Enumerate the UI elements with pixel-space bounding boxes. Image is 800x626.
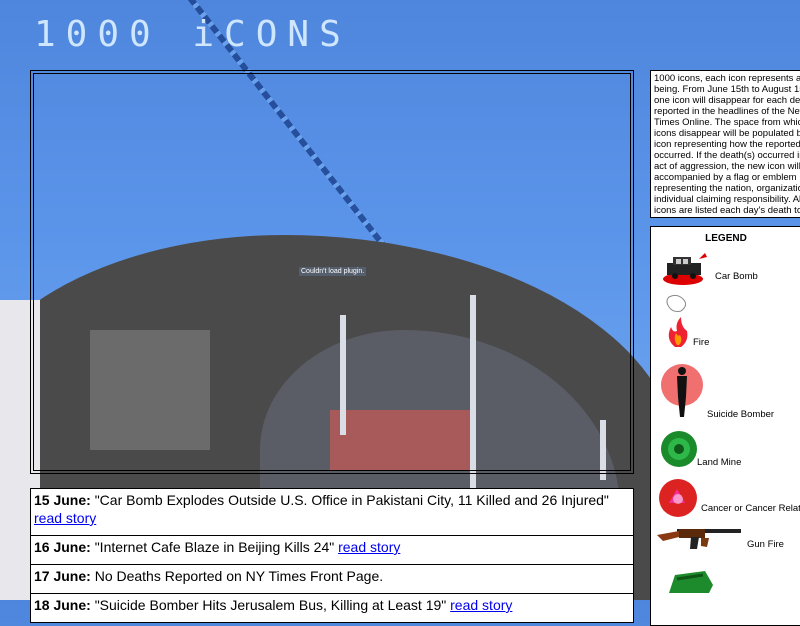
fire-icon bbox=[666, 294, 688, 347]
legend-item: Land Mine bbox=[651, 427, 800, 477]
gun-fire-icon bbox=[657, 529, 741, 549]
plugin-error-message: Couldn't load plugin. bbox=[299, 267, 367, 276]
project-description: 1000 icons, each icon represents a human… bbox=[650, 70, 800, 218]
description-line: representing the nation, organization or bbox=[654, 183, 800, 194]
description-line: individual claiming responsibility. All … bbox=[654, 194, 800, 205]
description-line: 1000 icons, each icon represents a human bbox=[654, 73, 800, 84]
read-story-link[interactable]: read story bbox=[450, 597, 512, 613]
legend-title: LEGEND bbox=[705, 233, 747, 244]
land-mine-icon bbox=[661, 431, 697, 467]
read-story-link[interactable]: read story bbox=[338, 539, 400, 555]
news-item: 18 June: "Suicide Bomber Hits Jerusalem … bbox=[31, 594, 633, 622]
read-story-link[interactable]: read story bbox=[34, 510, 96, 526]
news-item: 15 June: "Car Bomb Explodes Outside U.S.… bbox=[31, 489, 633, 536]
news-item: 17 June: No Deaths Reported on NY Times … bbox=[31, 565, 633, 594]
news-date: 15 June: bbox=[34, 492, 91, 508]
description-line: act of aggression, the new icon will be bbox=[654, 161, 800, 172]
legend-item: Car Bomb bbox=[651, 247, 800, 291]
news-date: 17 June: bbox=[34, 568, 91, 584]
description-line: being. From June 15th to August 15th bbox=[654, 84, 800, 95]
legend-label: Gun Fire bbox=[747, 539, 784, 550]
description-line: reported in the headlines of the New Yor… bbox=[654, 106, 800, 117]
description-line: accompanied by a flag or emblem bbox=[654, 172, 797, 183]
news-list: 15 June: "Car Bomb Explodes Outside U.S.… bbox=[30, 488, 634, 623]
news-item: 16 June: "Internet Cafe Blaze in Beijing… bbox=[31, 536, 633, 565]
description-line: icons are listed each day's death toll bbox=[654, 205, 800, 216]
legend-item: Suicide Bomber bbox=[651, 359, 800, 425]
description-line: icon representing how the reported death bbox=[654, 139, 800, 150]
legend-item: Gun Fire bbox=[651, 523, 800, 559]
legend-item: Fire bbox=[651, 291, 800, 355]
news-headline: "Suicide Bomber Hits Jerusalem Bus, Kill… bbox=[94, 597, 447, 613]
legend-label: Car Bomb bbox=[715, 271, 758, 282]
legend-label: Cancer or Cancer Related bbox=[701, 503, 800, 514]
cancer-icon bbox=[659, 479, 697, 517]
legend-label: Fire bbox=[693, 337, 710, 348]
description-line: occurred. If the death(s) occurred in an bbox=[654, 150, 800, 161]
tank-icon bbox=[669, 571, 713, 593]
suicide-bomber-icon bbox=[661, 364, 703, 417]
plugin-frame[interactable]: Couldn't load plugin. bbox=[30, 70, 634, 474]
news-date: 18 June: bbox=[34, 597, 91, 613]
site-title: 1000 iCONS bbox=[34, 14, 351, 55]
news-headline: "Car Bomb Explodes Outside U.S. Office i… bbox=[94, 492, 609, 508]
news-headline: "Internet Cafe Blaze in Beijing Kills 24… bbox=[94, 539, 335, 555]
legend-item: Cancer or Cancer Related bbox=[651, 477, 800, 521]
legend-panel: LEGEND Car Bomb Fire Suicide Bomber Land… bbox=[650, 226, 800, 626]
sidebar: 1000 icons, each icon represents a human… bbox=[650, 70, 800, 626]
news-date: 16 June: bbox=[34, 539, 91, 555]
description-line: one icon will disappear for each death bbox=[654, 95, 800, 106]
legend-label: Land Mine bbox=[697, 457, 742, 468]
legend-label: Suicide Bomber bbox=[707, 409, 775, 420]
description-line: icons disappear will be populated by an bbox=[654, 128, 800, 139]
news-headline: No Deaths Reported on NY Times Front Pag… bbox=[94, 568, 384, 584]
car-bomb-icon bbox=[663, 253, 707, 285]
description-line: Times Online. The space from which the bbox=[654, 117, 800, 128]
